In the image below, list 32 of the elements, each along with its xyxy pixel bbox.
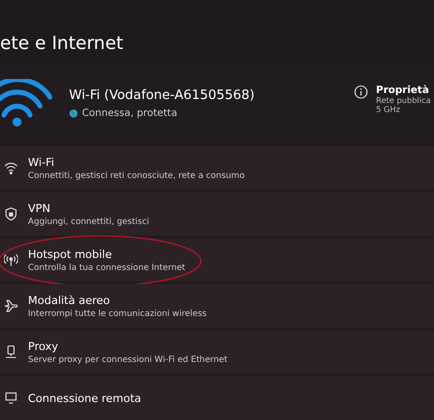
property-value: 5 GHz <box>376 104 400 114</box>
item-description: Aggiungi, connettiti, gestisci <box>28 216 150 226</box>
item-title: Proxy <box>28 340 60 352</box>
settings-item[interactable]: VPN Aggiungi, connettiti, gestisci <box>0 192 434 236</box>
page-title: ete e Internet <box>0 32 124 56</box>
item-description: Connettiti, gestisci reti conosciute, rete a consumo <box>28 170 245 180</box>
settings-item[interactable]: Proxy Server proxy per connessioni Wi-Fi ed Ethernet <box>0 330 434 374</box>
wifi-icon <box>4 161 18 175</box>
settings-item[interactable]: Wi-Fi Connettiti, gestisci reti conosciute, rete a consumo <box>0 146 434 190</box>
item-title: VPN <box>28 202 52 214</box>
antenna-icon <box>4 253 18 267</box>
wifi-icon <box>0 79 52 127</box>
item-title: Hotspot mobile <box>28 248 113 260</box>
globe-icon <box>69 108 78 118</box>
shield-icon <box>4 207 18 221</box>
settings-item[interactable]: Connessione remota <box>0 376 434 420</box>
item-description: Controlla la tua connessione Internet <box>28 262 186 272</box>
item-description: Server proxy per connessioni Wi-Fi ed Ethernet <box>28 354 228 364</box>
computer-icon <box>4 391 18 405</box>
settings-item[interactable]: Hotspot mobile Controlla la tua connessione Internet <box>0 238 434 282</box>
item-title: Modalità aereo <box>28 294 111 306</box>
item-description: Interrompi tutte le comunicazioni wireless <box>28 308 207 318</box>
connection-status: Connessa, protetta <box>82 108 178 118</box>
monitor-icon <box>4 345 18 359</box>
settings-item[interactable]: Modalità aereo Interrompi tutte le comunicazioni wireless <box>0 284 434 328</box>
item-title: Connessione remota <box>28 392 142 404</box>
item-title: Wi-Fi <box>28 156 56 168</box>
properties-link[interactable]: Proprietà <box>376 84 431 96</box>
info-icon[interactable] <box>354 84 368 98</box>
airplane-icon <box>4 299 18 313</box>
property-value: Rete pubblica <box>376 96 431 104</box>
network-name: Wi-Fi (Vodafone-A61505568) <box>69 88 256 102</box>
